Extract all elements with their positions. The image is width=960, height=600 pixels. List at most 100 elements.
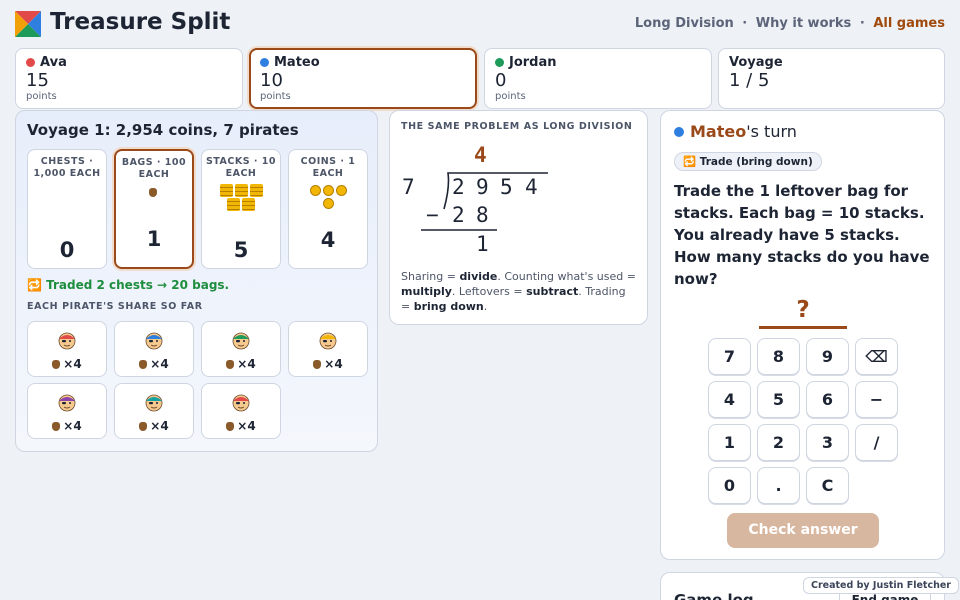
chests-count: 0: [59, 238, 75, 262]
divisor: 7: [402, 175, 415, 199]
voyage-label: Voyage: [729, 55, 783, 70]
bag-icon: [226, 422, 235, 431]
digit-key-7[interactable]: 7: [708, 338, 751, 375]
step-mode-badge: 🔁 Trade (bring down): [674, 152, 822, 171]
coins-label: COINS · 1 EACH: [300, 156, 356, 179]
share-heading: EACH PIRATE'S SHARE SO FAR: [27, 301, 203, 312]
stack-icon: [234, 184, 248, 197]
nav-long-division[interactable]: Long Division: [635, 16, 734, 31]
pirate-icon: [58, 394, 76, 412]
pirate-card: ×4: [27, 383, 107, 439]
digit-key-6[interactable]: 6: [806, 381, 849, 418]
turn-player: Mateo: [690, 122, 747, 141]
score-unit: points: [26, 91, 57, 102]
dividend-digit: 2: [452, 175, 465, 199]
pirate-share: ×4: [63, 419, 82, 433]
nav-all-games[interactable]: All games: [873, 16, 945, 31]
clear-key[interactable]: C: [806, 467, 849, 504]
bag-icon: [148, 188, 157, 197]
voyage-title: Voyage 1: 2,954 coins, 7 pirates: [27, 121, 299, 139]
dividend-digit: 9: [476, 175, 489, 199]
coins-count: 4: [320, 228, 336, 252]
player-name: Jordan: [509, 55, 557, 70]
bag-icon: [226, 360, 235, 369]
credit-badge[interactable]: Created by Justin Fletcher: [803, 577, 959, 594]
nav-why-it-works[interactable]: Why it works: [756, 16, 852, 31]
coins-column[interactable]: COINS · 1 EACH 4: [288, 149, 368, 269]
pirate-share: ×4: [324, 357, 343, 371]
pirate-share: ×4: [63, 357, 82, 371]
long-division-panel: THE SAME PROBLEM AS LONG DIVISION 4 7 2 …: [389, 110, 648, 325]
minus-key[interactable]: −: [855, 381, 898, 418]
answer-display[interactable]: ?: [759, 297, 847, 329]
bag-icon: [52, 422, 61, 431]
question-prompt: Trade the 1 leftover bag for stacks. Eac…: [674, 182, 930, 288]
turn-heading: Mateo's turn: [674, 122, 797, 141]
coins-icons: [289, 183, 367, 209]
bags-column[interactable]: BAGS · 100 EACH 1: [114, 149, 194, 269]
digit-key-0[interactable]: 0: [708, 467, 751, 504]
turn-panel: Mateo's turn 🔁 Trade (bring down) Trade …: [660, 110, 945, 560]
player-color-dot: [495, 58, 504, 67]
pirate-icon: [232, 394, 250, 412]
bags-count: 1: [146, 227, 162, 251]
long-division-note: Sharing = divide. Counting what's used =…: [401, 270, 636, 313]
stack-icon: [219, 184, 233, 197]
digit-key-5[interactable]: 5: [757, 381, 800, 418]
app-header: Treasure Split Long Division · Why it wo…: [15, 9, 945, 38]
check-answer-button[interactable]: Check answer: [727, 513, 879, 548]
long-division-heading: THE SAME PROBLEM AS LONG DIVISION: [401, 121, 633, 132]
coin-icon: [309, 185, 321, 196]
game-log-title: Game log: [674, 591, 754, 600]
score-card-jordan: Jordan 0 points: [484, 48, 712, 109]
player-color-dot: [26, 58, 35, 67]
digit-key-3[interactable]: 3: [806, 424, 849, 461]
nav-separator: ·: [742, 16, 748, 31]
bag-icon: [52, 360, 61, 369]
score-unit: points: [260, 91, 291, 102]
stack-icon: [227, 198, 240, 211]
treasure-board: Voyage 1: 2,954 coins, 7 pirates CHESTS …: [15, 110, 378, 452]
pirate-card: ×4: [288, 321, 368, 377]
chests-label: CHESTS · 1,000 EACH: [33, 156, 101, 179]
player-score: 10: [260, 70, 283, 91]
slash-key[interactable]: /: [855, 424, 898, 461]
decimal-key[interactable]: .: [757, 467, 800, 504]
player-color-dot: [260, 58, 269, 67]
digit-key-9[interactable]: 9: [806, 338, 849, 375]
stacks-label: STACKS · 10 EACH: [205, 156, 277, 179]
dividend-digit: 4: [525, 175, 538, 199]
pirate-card: ×4: [201, 321, 281, 377]
long-division-work: 4 7 2 9 5 4 − 2 8 1: [390, 139, 648, 259]
player-score: 0: [495, 70, 507, 91]
stacks-column[interactable]: STACKS · 10 EACH 5: [201, 149, 281, 269]
stacks-icons: [202, 183, 280, 211]
digit-key-1[interactable]: 1: [708, 424, 751, 461]
bag-icon: [139, 360, 148, 369]
pirate-card: ×4: [114, 321, 194, 377]
pirate-icon: [145, 332, 163, 350]
score-unit: points: [495, 91, 526, 102]
logo-icon: [15, 11, 41, 37]
voyage-progress: 1 / 5: [729, 70, 770, 91]
chests-column[interactable]: CHESTS · 1,000 EACH 0: [27, 149, 107, 269]
remainder: 1: [476, 232, 489, 256]
product-digit: 8: [476, 203, 489, 227]
top-nav: Long Division · Why it works · All games: [635, 16, 945, 31]
bag-icon: [139, 422, 148, 431]
digit-key-8[interactable]: 8: [757, 338, 800, 375]
long-division-bracket: [421, 172, 548, 231]
digit-key-2[interactable]: 2: [757, 424, 800, 461]
dividend-digit: 5: [500, 175, 513, 199]
digit-key-4[interactable]: 4: [708, 381, 751, 418]
pirate-card: ×4: [27, 321, 107, 377]
turn-suffix: 's turn: [746, 122, 797, 141]
nav-separator: ·: [859, 16, 865, 31]
bags-label: BAGS · 100 EACH: [121, 157, 187, 180]
player-score: 15: [26, 70, 49, 91]
backspace-key[interactable]: ⌫: [855, 338, 898, 375]
quotient: 4: [474, 143, 487, 167]
bag-icon: [313, 360, 322, 369]
player-name: Mateo: [274, 55, 320, 70]
app-title: Treasure Split: [50, 9, 231, 35]
